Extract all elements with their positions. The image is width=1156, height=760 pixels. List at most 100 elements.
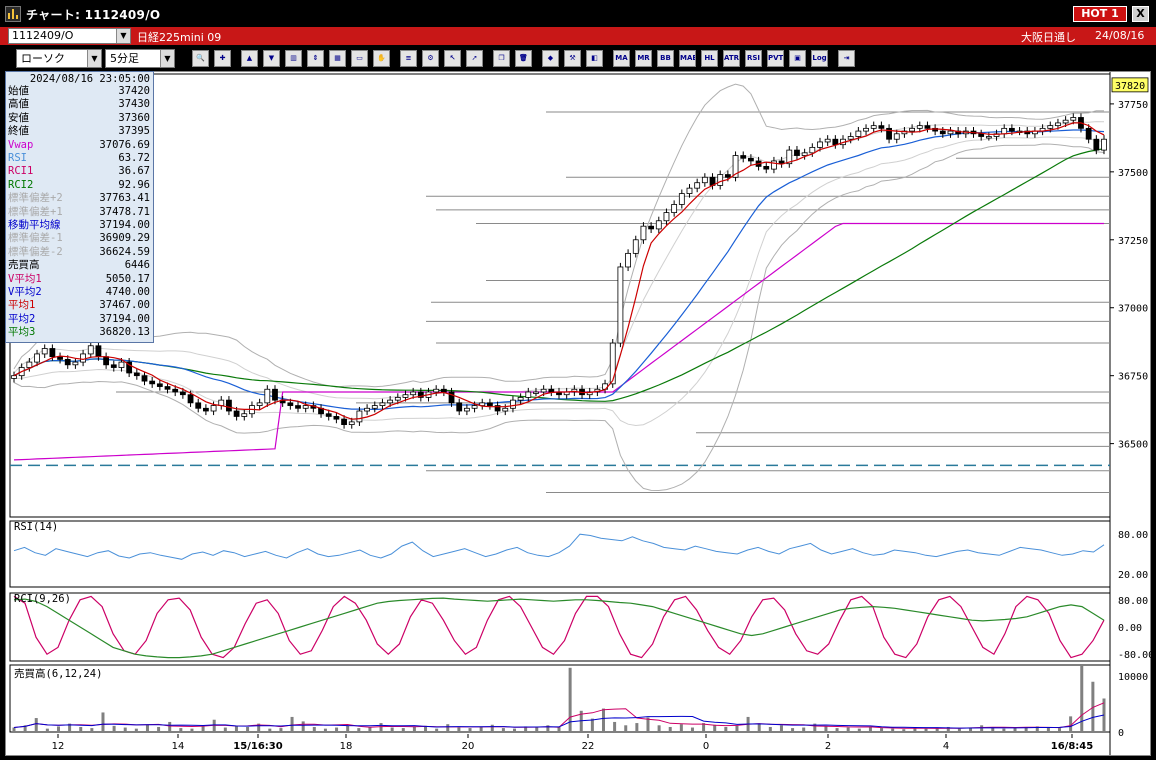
- x-axis-label: 2: [825, 741, 831, 752]
- toolbar-mr-button[interactable]: MR: [635, 50, 652, 67]
- toolbar-wrench-button[interactable]: ⚒: [564, 50, 581, 67]
- window-titlebar: チャート: 1112409/O HOT 1 X: [0, 0, 1156, 27]
- info-row-value: 37194.00: [99, 312, 150, 325]
- toolbar-box-button[interactable]: ▣: [789, 50, 806, 67]
- panel-frame: [9, 592, 1111, 662]
- candle-body: [149, 380, 156, 385]
- toolbar-cross-button[interactable]: ✚: [214, 50, 231, 67]
- candle-body: [394, 397, 401, 401]
- volume-bar: [101, 712, 105, 732]
- chevron-down-icon: ▼: [116, 29, 130, 43]
- volume-bar: [190, 728, 194, 732]
- info-row: RSI 63.72: [6, 152, 153, 165]
- toolbar-hand-button[interactable]: ✋: [373, 50, 390, 67]
- candle-body: [517, 397, 524, 401]
- x-axis-label: 14: [172, 741, 185, 752]
- toolbar-mae-button[interactable]: MAE: [679, 50, 696, 67]
- volume-bar: [268, 728, 272, 732]
- volume-bar: [846, 727, 850, 732]
- info-row: 標準偏差-2 36624.59: [6, 246, 153, 259]
- volume-bar: [757, 724, 761, 732]
- candle-body: [64, 358, 71, 366]
- candle-body: [164, 386, 171, 390]
- candle-body: [540, 388, 547, 393]
- info-row-label: V平均2: [8, 286, 42, 298]
- candle-body: [172, 388, 179, 393]
- toolbar-copy-button[interactable]: ❐: [493, 50, 510, 67]
- toolbar-trash-button[interactable]: 🗑: [515, 50, 532, 67]
- volume-bar: [713, 724, 717, 732]
- info-row: 標準偏差+1 37478.71: [6, 206, 153, 219]
- symbol-value: 1112409/O: [12, 29, 74, 42]
- candle-body: [947, 130, 954, 135]
- info-row: 標準偏差+2 37763.41: [6, 192, 153, 205]
- candle-body: [210, 405, 217, 412]
- info-row-value: 37194.00: [99, 219, 150, 231]
- toolbar-scale-button[interactable]: ⇕: [307, 50, 324, 67]
- candle-body: [302, 405, 309, 409]
- candle-body: [87, 345, 94, 355]
- volume-bar: [690, 727, 694, 732]
- toolbar-zoom-button[interactable]: 🔍: [192, 50, 209, 67]
- chart-svg[interactable]: 37750 37500 37250 37000 36750 36500 37820 80.00…: [6, 72, 1152, 757]
- toolbar-up-button[interactable]: ▲: [241, 50, 258, 67]
- candle-body: [763, 166, 770, 170]
- toolbar-tools-button[interactable]: ⚙: [422, 50, 439, 67]
- candle-body: [794, 149, 800, 156]
- toolbar-palette-button[interactable]: ◆: [542, 50, 559, 67]
- toolbar-rsi-button[interactable]: RSI: [745, 50, 762, 67]
- info-row-label: RCI1: [8, 165, 34, 178]
- candle-body: [80, 353, 86, 363]
- candle-body: [1062, 119, 1069, 124]
- candle-body: [118, 361, 125, 368]
- volume-bar: [45, 728, 49, 732]
- candle-body: [502, 407, 509, 412]
- chart-type-value: ローソク: [21, 52, 65, 65]
- toolbar-log-button[interactable]: Log: [811, 50, 828, 67]
- toolbar-ma-button[interactable]: MA: [613, 50, 630, 67]
- info-row: 移動平均線 37194.00: [6, 219, 153, 232]
- volume-bar: [123, 727, 127, 732]
- toolbar-bb-button[interactable]: BB: [657, 50, 674, 67]
- chart-area[interactable]: 37750 37500 37250 37000 36750 36500 37820 80.00…: [5, 71, 1152, 757]
- info-row: V平均2 4740.00: [6, 286, 153, 299]
- info-row-label: RCI2: [8, 178, 34, 191]
- volume-bar: [490, 724, 494, 732]
- x-axis-label: 16/8:45: [1051, 741, 1093, 752]
- x-axis-label: 20: [462, 741, 475, 752]
- chart-type-select[interactable]: ローソク ▼: [16, 49, 102, 68]
- volume-bar: [501, 728, 505, 732]
- toolbar-down-button[interactable]: ▼: [263, 50, 280, 67]
- volume-bar: [835, 728, 839, 732]
- candle-body: [440, 388, 447, 393]
- toolbar-pointer-button[interactable]: ↖: [444, 50, 461, 67]
- candle-body: [1055, 122, 1061, 127]
- toolbar-exit-button[interactable]: ⇥: [838, 50, 855, 67]
- candle-body: [256, 402, 263, 406]
- toolbar-rect-button[interactable]: ▭: [351, 50, 368, 67]
- toolbar-bars-button[interactable]: ▥: [285, 50, 302, 67]
- interval-select[interactable]: 5分足 ▼: [105, 49, 175, 68]
- close-button[interactable]: X: [1132, 6, 1149, 22]
- toolbar-rainbow-button[interactable]: ◧: [586, 50, 603, 67]
- toolbar-lines-button[interactable]: ≡: [400, 50, 417, 67]
- toolbar-arrow-button[interactable]: ➚: [466, 50, 483, 67]
- toolbar-hl-button[interactable]: HL: [701, 50, 718, 67]
- toolbar-atr-button[interactable]: ATR: [723, 50, 740, 67]
- toolbar-grid-button[interactable]: ▦: [329, 50, 346, 67]
- symbol-select[interactable]: 1112409/O ▼: [8, 28, 131, 44]
- toolbar-pvt-button[interactable]: PVT: [767, 50, 784, 67]
- candle-body: [456, 402, 463, 412]
- candle-body: [724, 174, 731, 178]
- info-row-value: 37763.41: [99, 192, 150, 205]
- candle-body: [686, 187, 693, 194]
- x-axis-label: 0: [703, 741, 709, 752]
- x-axis-label: 18: [340, 741, 353, 752]
- volume-bar: [735, 725, 739, 732]
- hot-badge[interactable]: HOT 1: [1073, 6, 1127, 22]
- candle-body: [817, 141, 823, 148]
- info-row-label: 標準偏差+1: [8, 205, 63, 218]
- candle-body: [187, 394, 194, 404]
- candle-body: [95, 345, 102, 358]
- info-datetime: 2024/08/16 23:05:00: [29, 73, 150, 85]
